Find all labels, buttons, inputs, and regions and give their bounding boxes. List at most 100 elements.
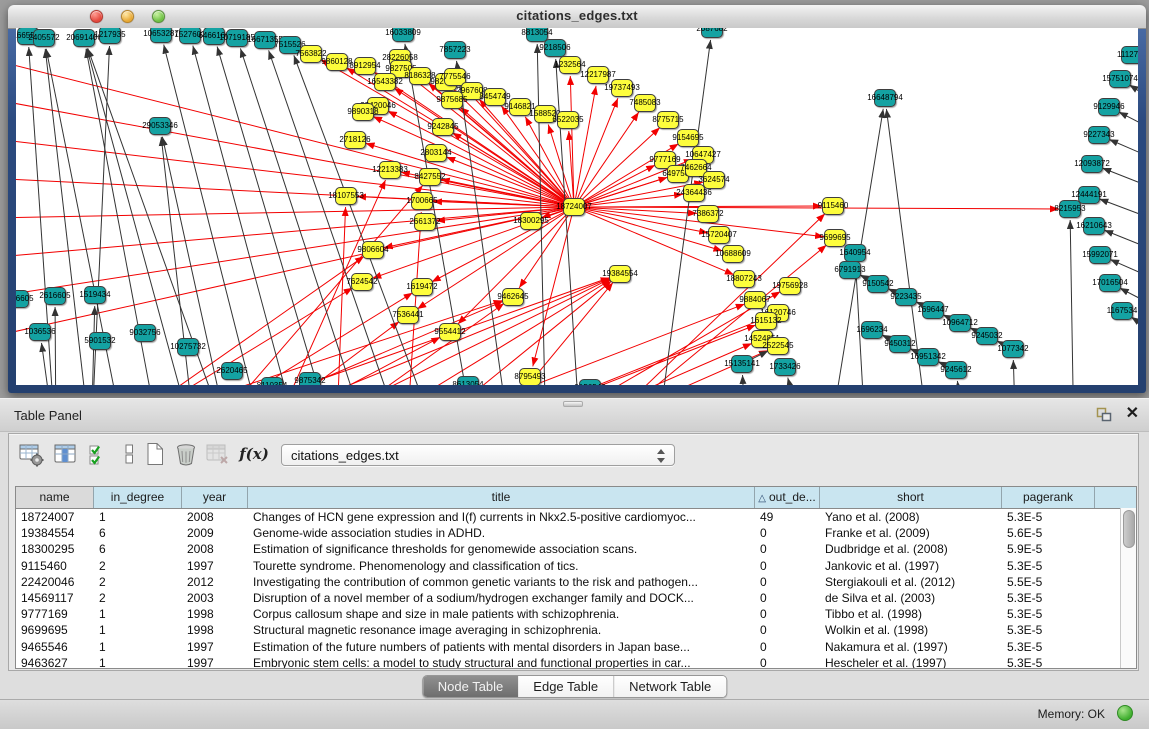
graph-node[interactable]: 1733426 [774,358,796,376]
graph-node[interactable]: 2405572 [33,29,55,47]
graph-edge[interactable] [240,48,368,385]
graph-node[interactable]: 7485083 [634,94,656,112]
graph-node[interactable]: 2661372 [414,213,436,231]
graph-node[interactable]: 8912954 [354,57,376,75]
graph-node[interactable]: 12217987 [587,66,609,84]
graph-edge[interactable] [55,307,56,385]
column-header-year[interactable]: year [182,487,248,508]
graph-edge[interactable] [1013,360,1015,385]
table-row[interactable]: 946362711997Embryonic stem cells: a mode… [16,655,1136,669]
table-row[interactable]: 1830029562008Estimation of significance … [16,541,1136,557]
graph-edge[interactable] [1109,139,1138,160]
graph-edge[interactable] [446,157,565,204]
delete-table-icon[interactable] [204,440,232,468]
graph-node[interactable]: 8795493 [519,368,541,385]
close-panel-icon[interactable]: ✕ [1126,406,1139,422]
graph-node[interactable]: 15720407 [708,226,730,244]
graph-edge[interactable] [788,378,804,385]
graph-node[interactable]: 16951342 [917,348,939,366]
graph-edge[interactable] [16,209,565,336]
graph-node[interactable]: 1696234 [861,321,883,339]
graph-node[interactable]: 9462645 [502,288,524,306]
graph-node[interactable]: 17016504 [1099,274,1121,292]
graph-node[interactable]: 15751074 [1109,70,1131,88]
graph-node[interactable]: 8186328 [409,67,431,85]
graph-node[interactable]: 2616605 [44,287,66,305]
graph-node[interactable]: 20691406 [73,29,95,47]
column-header-in-degree[interactable]: in_degree [94,487,182,508]
row-cells-icon[interactable] [115,440,143,468]
graph-node[interactable]: 1232564 [559,56,581,74]
graph-edge[interactable] [1131,317,1138,335]
table-row[interactable]: 977716911998Corpus callosum shape and si… [16,606,1136,622]
graph-node[interactable]: 9860128 [326,53,348,71]
table-options-icon[interactable] [17,440,45,468]
table-row[interactable]: 2242004622012Investigating the contribut… [16,574,1136,590]
table-row[interactable]: 1872400712008Changes of HCN gene express… [16,509,1136,525]
graph-node[interactable]: 1519434 [84,286,106,304]
graph-node[interactable]: 10719185 [226,29,248,47]
table-row[interactable]: 969969511998Structural magnetic resonanc… [16,622,1136,638]
graph-node[interactable]: 9875342 [299,372,321,385]
trash-icon[interactable] [172,440,200,468]
graph-node[interactable]: 10688609 [722,245,744,263]
graph-node[interactable]: 16543382 [374,73,396,91]
graph-node[interactable]: 9699695 [824,229,846,247]
graph-node[interactable]: 7624542 [351,273,373,291]
graph-edge[interactable] [42,343,55,385]
graph-node[interactable]: 1640954 [844,244,866,262]
graph-node[interactable]: 10964712 [949,314,971,332]
table-selector-dropdown[interactable]: citations_edges.txt [281,444,675,466]
window-titlebar[interactable]: citations_edges.txt [8,5,1146,29]
graph-node[interactable]: 18807243 [733,270,755,288]
graph-node[interactable]: 16648794 [874,89,896,107]
tab-network-table[interactable]: Network Table [613,676,726,697]
graph-edge[interactable] [957,381,964,385]
memory-ok-indicator[interactable] [1117,705,1133,721]
graph-node[interactable]: 12444191 [1078,186,1100,204]
graph-node[interactable]: 1217935 [99,28,121,44]
graph-node[interactable]: 2087682 [701,28,723,38]
graph-edge[interactable] [1070,220,1074,385]
graph-node[interactable]: 9884067 [744,291,766,309]
graph-node[interactable]: 9875685 [441,91,463,109]
graph-node[interactable]: 9150542 [867,275,889,293]
scrollbar-thumb[interactable] [1123,510,1135,548]
tab-node-table[interactable]: Node Table [423,676,519,697]
graph-node[interactable]: 3624574 [703,171,725,189]
table-row[interactable]: 911546021997Tourette syndrome. Phenomeno… [16,558,1136,574]
graph-node[interactable]: 8454749 [484,88,506,106]
column-header-short[interactable]: short [820,487,1002,508]
graph-node[interactable]: 6522035 [557,111,579,129]
graph-node[interactable]: 9806604 [362,241,384,259]
graph-node[interactable]: 2803144 [425,144,447,162]
graph-node[interactable]: 1112704 [1121,46,1138,64]
new-document-icon[interactable] [141,440,169,468]
network-canvas[interactable]: 1665532240557220691406121793510653287152… [16,28,1138,385]
graph-node[interactable]: 2522545 [767,337,789,355]
graph-edge[interactable] [373,117,566,204]
table-row[interactable]: 946554611997Estimation of the future num… [16,639,1136,655]
graph-node[interactable]: 24364436 [683,184,705,202]
table-row[interactable]: 1938455462009Genome-wide association stu… [16,525,1136,541]
graph-node[interactable]: 9032756 [134,324,156,342]
function-builder-icon[interactable]: f(x) [237,440,271,468]
graph-node[interactable]: 9227343 [1088,126,1110,144]
graph-node[interactable]: 8110354 [261,377,283,385]
graph-node[interactable]: 9554412 [439,323,461,341]
show-columns-icon[interactable] [51,440,79,468]
graph-node[interactable]: 16033809 [392,28,414,42]
graph-node[interactable]: 9154695 [677,129,699,147]
graph-node[interactable]: 19737493 [611,79,633,97]
graph-node[interactable]: 18300295 [520,212,542,230]
graph-node[interactable]: 8427552 [419,168,441,186]
graph-edge[interactable] [452,133,566,203]
graph-edge[interactable] [743,375,746,385]
graph-node[interactable]: 9218506 [544,39,566,57]
graph-edge[interactable] [1102,168,1138,190]
graph-edge[interactable] [193,46,299,385]
float-panel-icon[interactable] [1096,407,1112,422]
graph-node[interactable]: 8215953 [1059,200,1081,218]
graph-node[interactable]: 10653287 [150,28,172,43]
graph-node[interactable]: 9115460 [822,197,844,215]
